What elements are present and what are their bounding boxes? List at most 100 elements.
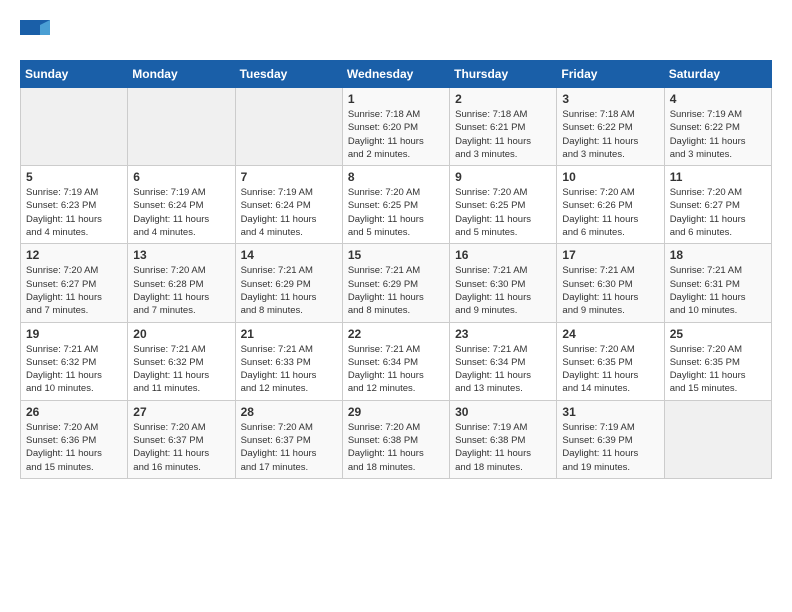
logo-icon — [20, 20, 50, 50]
weekday-header-tuesday: Tuesday — [235, 61, 342, 88]
day-info: Sunrise: 7:20 AMSunset: 6:27 PMDaylight:… — [670, 186, 766, 239]
day-number: 16 — [455, 248, 551, 262]
day-number: 29 — [348, 405, 444, 419]
day-cell: 22 Sunrise: 7:21 AMSunset: 6:34 PMDayligh… — [342, 322, 449, 400]
day-number: 30 — [455, 405, 551, 419]
day-info: Sunrise: 7:20 AMSunset: 6:27 PMDaylight:… — [26, 264, 122, 317]
day-cell: 16Sunrise: 7:21 AMSunset: 6:30 PMDayligh… — [450, 244, 557, 322]
week-row-5: 26 Sunrise: 7:20 AMSunset: 6:36 PMDayligh… — [21, 400, 772, 478]
day-number: 13 — [133, 248, 229, 262]
day-number: 20 — [133, 327, 229, 341]
day-number: 26 — [26, 405, 122, 419]
day-cell: 10 Sunrise: 7:20 AMSunset: 6:26 PMDayligh… — [557, 166, 664, 244]
day-cell: 12 Sunrise: 7:20 AMSunset: 6:27 PMDayligh… — [21, 244, 128, 322]
day-cell: 11Sunrise: 7:20 AMSunset: 6:27 PMDayligh… — [664, 166, 771, 244]
day-info: Sunrise: 7:20 AMSunset: 6:35 PMDaylight:… — [562, 343, 658, 396]
day-number: 18 — [670, 248, 766, 262]
day-cell: 14 Sunrise: 7:21 AMSunset: 6:29 PMDayligh… — [235, 244, 342, 322]
day-cell: 5 Sunrise: 7:19 AMSunset: 6:23 PMDaylight… — [21, 166, 128, 244]
weekday-header-friday: Friday — [557, 61, 664, 88]
day-number: 25 — [670, 327, 766, 341]
day-info: Sunrise: 7:21 AMSunset: 6:34 PMDaylight:… — [455, 343, 551, 396]
day-cell: 9 Sunrise: 7:20 AMSunset: 6:25 PMDaylight… — [450, 166, 557, 244]
day-info: Sunrise: 7:18 AMSunset: 6:22 PMDaylight:… — [562, 108, 658, 161]
day-cell: 6Sunrise: 7:19 AMSunset: 6:24 PMDaylight… — [128, 166, 235, 244]
day-cell: 2 Sunrise: 7:18 AMSunset: 6:21 PMDaylight… — [450, 88, 557, 166]
weekday-header-monday: Monday — [128, 61, 235, 88]
day-info: Sunrise: 7:19 AMSunset: 6:24 PMDaylight:… — [133, 186, 229, 239]
day-number: 10 — [562, 170, 658, 184]
day-number: 9 — [455, 170, 551, 184]
day-number: 14 — [241, 248, 337, 262]
day-cell: 20 Sunrise: 7:21 AMSunset: 6:32 PMDayligh… — [128, 322, 235, 400]
day-number: 24 — [562, 327, 658, 341]
day-number: 21 — [241, 327, 337, 341]
day-number: 1 — [348, 92, 444, 106]
week-row-1: 1 Sunrise: 7:18 AMSunset: 6:20 PMDaylight… — [21, 88, 772, 166]
day-cell — [235, 88, 342, 166]
day-cell: 7Sunrise: 7:19 AMSunset: 6:24 PMDaylight… — [235, 166, 342, 244]
day-info: Sunrise: 7:21 AMSunset: 6:32 PMDaylight:… — [26, 343, 122, 396]
week-row-3: 12 Sunrise: 7:20 AMSunset: 6:27 PMDayligh… — [21, 244, 772, 322]
day-cell: 17 Sunrise: 7:21 AMSunset: 6:30 PMDayligh… — [557, 244, 664, 322]
day-cell: 21Sunrise: 7:21 AMSunset: 6:33 PMDayligh… — [235, 322, 342, 400]
day-cell: 25 Sunrise: 7:20 AMSunset: 6:35 PMDayligh… — [664, 322, 771, 400]
day-number: 15 — [348, 248, 444, 262]
day-number: 12 — [26, 248, 122, 262]
week-row-4: 19 Sunrise: 7:21 AMSunset: 6:32 PMDayligh… — [21, 322, 772, 400]
day-info: Sunrise: 7:21 AMSunset: 6:29 PMDaylight:… — [348, 264, 444, 317]
day-info: Sunrise: 7:21 AMSunset: 6:32 PMDaylight:… — [133, 343, 229, 396]
day-info: Sunrise: 7:20 AMSunset: 6:37 PMDaylight:… — [241, 421, 337, 474]
day-info: Sunrise: 7:20 AMSunset: 6:38 PMDaylight:… — [348, 421, 444, 474]
day-number: 17 — [562, 248, 658, 262]
day-number: 31 — [562, 405, 658, 419]
weekday-header-thursday: Thursday — [450, 61, 557, 88]
weekday-header-saturday: Saturday — [664, 61, 771, 88]
day-cell: 24 Sunrise: 7:20 AMSunset: 6:35 PMDayligh… — [557, 322, 664, 400]
day-cell: 19 Sunrise: 7:21 AMSunset: 6:32 PMDayligh… — [21, 322, 128, 400]
day-info: Sunrise: 7:21 AMSunset: 6:30 PMDaylight:… — [562, 264, 658, 317]
day-number: 19 — [26, 327, 122, 341]
day-number: 23 — [455, 327, 551, 341]
day-info: Sunrise: 7:21 AMSunset: 6:31 PMDaylight:… — [670, 264, 766, 317]
day-info: Sunrise: 7:20 AMSunset: 6:25 PMDaylight:… — [348, 186, 444, 239]
day-cell: 3 Sunrise: 7:18 AMSunset: 6:22 PMDaylight… — [557, 88, 664, 166]
day-info: Sunrise: 7:18 AMSunset: 6:21 PMDaylight:… — [455, 108, 551, 161]
day-info: Sunrise: 7:20 AMSunset: 6:36 PMDaylight:… — [26, 421, 122, 474]
day-info: Sunrise: 7:19 AMSunset: 6:38 PMDaylight:… — [455, 421, 551, 474]
day-number: 5 — [26, 170, 122, 184]
day-number: 4 — [670, 92, 766, 106]
day-info: Sunrise: 7:21 AMSunset: 6:29 PMDaylight:… — [241, 264, 337, 317]
calendar-table: SundayMondayTuesdayWednesdayThursdayFrid… — [20, 60, 772, 479]
day-info: Sunrise: 7:20 AMSunset: 6:25 PMDaylight:… — [455, 186, 551, 239]
day-info: Sunrise: 7:19 AMSunset: 6:24 PMDaylight:… — [241, 186, 337, 239]
day-number: 2 — [455, 92, 551, 106]
day-info: Sunrise: 7:18 AMSunset: 6:20 PMDaylight:… — [348, 108, 444, 161]
day-number: 22 — [348, 327, 444, 341]
day-info: Sunrise: 7:20 AMSunset: 6:26 PMDaylight:… — [562, 186, 658, 239]
day-number: 3 — [562, 92, 658, 106]
day-cell: 31 Sunrise: 7:19 AMSunset: 6:39 PMDayligh… — [557, 400, 664, 478]
day-cell: 29 Sunrise: 7:20 AMSunset: 6:38 PMDayligh… — [342, 400, 449, 478]
day-cell: 8 Sunrise: 7:20 AMSunset: 6:25 PMDaylight… — [342, 166, 449, 244]
day-number: 8 — [348, 170, 444, 184]
day-info: Sunrise: 7:21 AMSunset: 6:34 PMDaylight:… — [348, 343, 444, 396]
day-cell: 4Sunrise: 7:19 AMSunset: 6:22 PMDaylight… — [664, 88, 771, 166]
day-cell — [21, 88, 128, 166]
day-cell: 1 Sunrise: 7:18 AMSunset: 6:20 PMDaylight… — [342, 88, 449, 166]
day-cell: 30 Sunrise: 7:19 AMSunset: 6:38 PMDayligh… — [450, 400, 557, 478]
day-number: 27 — [133, 405, 229, 419]
day-cell: 15 Sunrise: 7:21 AMSunset: 6:29 PMDayligh… — [342, 244, 449, 322]
week-row-2: 5 Sunrise: 7:19 AMSunset: 6:23 PMDaylight… — [21, 166, 772, 244]
weekday-header-row: SundayMondayTuesdayWednesdayThursdayFrid… — [21, 61, 772, 88]
day-cell: 23 Sunrise: 7:21 AMSunset: 6:34 PMDayligh… — [450, 322, 557, 400]
weekday-header-sunday: Sunday — [21, 61, 128, 88]
day-cell — [128, 88, 235, 166]
day-info: Sunrise: 7:19 AMSunset: 6:23 PMDaylight:… — [26, 186, 122, 239]
day-cell: 13 Sunrise: 7:20 AMSunset: 6:28 PMDayligh… — [128, 244, 235, 322]
day-info: Sunrise: 7:20 AMSunset: 6:28 PMDaylight:… — [133, 264, 229, 317]
day-info: Sunrise: 7:19 AMSunset: 6:39 PMDaylight:… — [562, 421, 658, 474]
logo — [20, 20, 54, 50]
day-info: Sunrise: 7:20 AMSunset: 6:35 PMDaylight:… — [670, 343, 766, 396]
weekday-header-wednesday: Wednesday — [342, 61, 449, 88]
